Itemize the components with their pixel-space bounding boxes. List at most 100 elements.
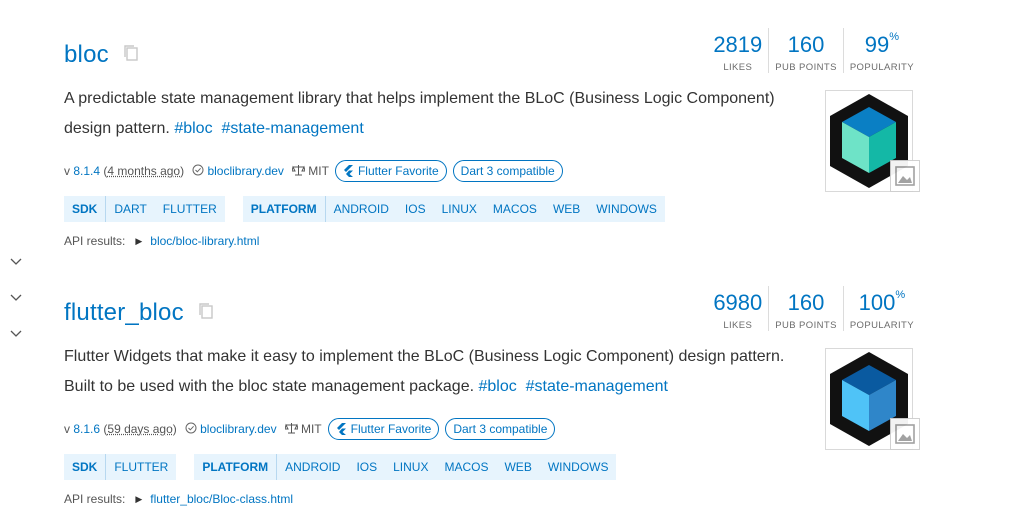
platform-chip[interactable]: LINUX: [434, 196, 485, 222]
package-metrics: 2819 LIKES 160 PUB POINTS 99% POPULARITY: [707, 28, 920, 73]
package-description: Flutter Widgets that make it easy to imp…: [64, 342, 804, 402]
publisher-link[interactable]: bloclibrary.dev: [207, 164, 283, 178]
api-results-label: API results:: [64, 234, 126, 248]
package-title-link[interactable]: flutter_bloc: [64, 299, 184, 327]
platform-chip[interactable]: IOS: [348, 454, 385, 480]
tag-link[interactable]: #bloc: [174, 120, 212, 137]
popularity-number: 99: [864, 32, 890, 57]
publisher-link[interactable]: bloclibrary.dev: [200, 422, 276, 436]
expand-triangle-icon[interactable]: ▶: [135, 236, 142, 247]
chevron-down-icon[interactable]: [10, 330, 22, 340]
tag-link[interactable]: #bloc: [478, 378, 516, 395]
sdk-chip[interactable]: DART: [106, 196, 154, 222]
tag-link[interactable]: #state-management: [526, 378, 668, 395]
api-results: API results: ▶ flutter_bloc/Bloc-class.h…: [64, 492, 293, 506]
package-title-row: flutter_bloc: [64, 298, 214, 328]
pub-points-metric[interactable]: 160 PUB POINTS: [768, 286, 843, 331]
dart3-compatible-badge[interactable]: Dart 3 compatible: [445, 418, 556, 440]
verified-publisher-icon: [192, 164, 204, 179]
package-card: bloc 2819 LIKES 160 PUB POINTS 99% POPUL…: [64, 0, 920, 258]
package-meta: v 8.1.6 (59 days ago) bloclibrary.dev MI…: [64, 418, 556, 440]
image-gallery-icon[interactable]: [890, 160, 920, 192]
sdk-chip-label[interactable]: SDK: [64, 196, 107, 222]
tag-chips: SDK DART FLUTTER PLATFORM ANDROID IOS LI…: [64, 196, 683, 222]
description-text: A predictable state management library t…: [64, 90, 775, 137]
percent-sign: %: [895, 289, 906, 301]
platform-chip[interactable]: IOS: [397, 196, 434, 222]
sdk-chip-group: SDK DART FLUTTER: [64, 196, 225, 222]
license-icon: [291, 164, 306, 179]
platform-chip-group: PLATFORM ANDROID IOS LINUX MACOS WEB WIN…: [242, 196, 665, 222]
platform-chip[interactable]: WINDOWS: [540, 454, 617, 480]
sdk-chip-group: SDK FLUTTER: [64, 454, 177, 480]
chevron-down-icon[interactable]: [10, 294, 22, 304]
popularity-number: 100: [858, 290, 896, 315]
platform-chip-label[interactable]: PLATFORM: [243, 196, 326, 222]
pub-points-label: PUB POINTS: [775, 62, 837, 73]
sdk-chip[interactable]: FLUTTER: [106, 454, 176, 480]
popularity-value: 99%: [865, 28, 899, 62]
pub-points-value: 160: [787, 32, 825, 57]
platform-chip-group: PLATFORM ANDROID IOS LINUX MACOS WEB WIN…: [194, 454, 617, 480]
license-text: MIT: [300, 422, 322, 436]
api-result-link[interactable]: flutter_bloc/Bloc-class.html: [150, 492, 293, 506]
flutter-logo-icon: [343, 165, 353, 177]
pub-points-metric[interactable]: 160 PUB POINTS: [768, 28, 843, 73]
pub-points-value: 160: [787, 290, 825, 315]
description-text: Flutter Widgets that make it easy to imp…: [64, 348, 785, 395]
likes-metric[interactable]: 6980 LIKES: [707, 286, 768, 331]
expand-triangle-icon[interactable]: ▶: [135, 494, 142, 505]
version-link[interactable]: 8.1.4: [73, 164, 100, 178]
copy-icon[interactable]: [123, 44, 139, 62]
version-link[interactable]: 8.1.6: [73, 422, 100, 436]
likes-value: 6980: [713, 290, 763, 315]
published-ago: 59 days ago: [107, 422, 173, 436]
popularity-label: POPULARITY: [849, 320, 914, 331]
package-description: A predictable state management library t…: [64, 84, 804, 144]
api-result-link[interactable]: bloc/bloc-library.html: [150, 234, 259, 248]
platform-chip[interactable]: WINDOWS: [588, 196, 665, 222]
published-ago: 4 months ago: [107, 164, 181, 178]
platform-chip-label[interactable]: PLATFORM: [194, 454, 278, 480]
image-gallery-icon[interactable]: [890, 418, 920, 450]
popularity-label: POPULARITY: [849, 62, 914, 73]
likes-label: LIKES: [723, 320, 753, 331]
flutter-favorite-badge[interactable]: Flutter Favorite: [334, 160, 447, 182]
popularity-value: 100%: [859, 286, 906, 320]
badge-label: Flutter Favorite: [350, 422, 432, 436]
version-prefix: v: [64, 422, 70, 436]
chevron-down-icon[interactable]: [10, 258, 22, 268]
dart3-compatible-badge[interactable]: Dart 3 compatible: [452, 160, 563, 182]
package-title-row: bloc: [64, 40, 139, 70]
tag-link[interactable]: #state-management: [221, 120, 363, 137]
flutter-logo-icon: [336, 423, 346, 435]
copy-icon[interactable]: [198, 302, 214, 320]
platform-chip[interactable]: MACOS: [436, 454, 496, 480]
package-title-link[interactable]: bloc: [64, 41, 109, 69]
package-metrics: 6980 LIKES 160 PUB POINTS 100% POPULARIT…: [707, 286, 920, 331]
platform-chip[interactable]: LINUX: [385, 454, 436, 480]
platform-chip[interactable]: MACOS: [485, 196, 545, 222]
platform-chip[interactable]: WEB: [496, 454, 539, 480]
package-card: flutter_bloc 6980 LIKES 160 PUB POINTS 1…: [64, 258, 920, 516]
likes-metric[interactable]: 2819 LIKES: [707, 28, 768, 73]
popularity-metric[interactable]: 100% POPULARITY: [842, 286, 920, 331]
platform-chip[interactable]: WEB: [545, 196, 588, 222]
license-icon: [283, 422, 299, 437]
pub-points-label: PUB POINTS: [775, 320, 837, 331]
api-results: API results: ▶ bloc/bloc-library.html: [64, 234, 259, 248]
badge-label: Flutter Favorite: [357, 164, 439, 178]
tag-chips: SDK FLUTTER PLATFORM ANDROID IOS LINUX M…: [64, 454, 634, 480]
api-results-label: API results:: [64, 492, 126, 506]
likes-label: LIKES: [723, 62, 753, 73]
package-meta: v 8.1.4 (4 months ago) bloclibrary.dev M…: [64, 160, 563, 182]
popularity-metric[interactable]: 99% POPULARITY: [842, 28, 920, 73]
likes-value: 2819: [713, 32, 763, 57]
platform-chip[interactable]: ANDROID: [326, 196, 397, 222]
platform-chip[interactable]: ANDROID: [277, 454, 348, 480]
version-prefix: v: [64, 164, 70, 178]
percent-sign: %: [889, 31, 900, 43]
sdk-chip[interactable]: FLUTTER: [155, 196, 225, 222]
flutter-favorite-badge[interactable]: Flutter Favorite: [327, 418, 440, 440]
sdk-chip-label[interactable]: SDK: [64, 454, 107, 480]
